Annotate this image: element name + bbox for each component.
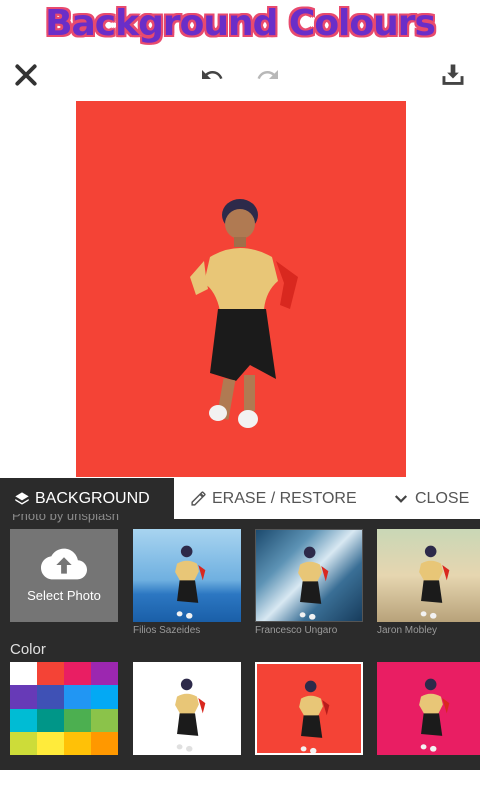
photos-section-label: Photo by unsplash <box>12 514 119 523</box>
palette-color-cell <box>64 708 91 732</box>
subject-thumbnail <box>419 678 450 752</box>
tab-background-label: BACKGROUND <box>35 489 150 507</box>
save-button[interactable] <box>437 59 469 91</box>
palette-color-cell <box>10 731 37 755</box>
photo-credit-2: Francesco Ungaro <box>255 625 338 636</box>
photo-credit-3: Jaron Mobley <box>377 625 438 636</box>
tab-close[interactable]: CLOSE <box>392 478 480 519</box>
subject-thumbnail <box>175 545 206 619</box>
subject-thumbnail <box>175 678 206 752</box>
download-icon <box>442 64 464 85</box>
undo-button[interactable] <box>196 59 228 91</box>
photo-row: Select Photo Filios Sazeides Francesco U… <box>0 529 480 639</box>
close-icon <box>15 64 37 86</box>
cloud-upload-icon <box>41 548 87 580</box>
select-photo-button[interactable]: Select Photo <box>10 529 118 622</box>
color-palette-button[interactable] <box>10 662 118 755</box>
tab-erase-label: ERASE / RESTORE <box>212 489 357 507</box>
color-preset-white[interactable] <box>133 662 241 755</box>
color-preset-red[interactable] <box>255 662 363 755</box>
palette-color-cell <box>10 662 37 686</box>
color-preset-pink[interactable] <box>377 662 480 755</box>
palette-color-cell <box>91 708 118 732</box>
subject-thumbnail <box>298 546 329 620</box>
pencil-icon <box>191 491 206 506</box>
palette-color-cell <box>10 685 37 709</box>
banner-title: Background Colours <box>45 3 436 44</box>
palette-color-cell <box>64 731 91 755</box>
palette-color-cell <box>37 662 64 686</box>
tab-erase-restore[interactable]: ERASE / RESTORE <box>190 478 370 519</box>
subject-thumbnail <box>419 545 450 619</box>
background-photo-1[interactable] <box>133 529 241 622</box>
subject-girl-image <box>190 199 298 428</box>
select-photo-label: Select Photo <box>27 588 101 603</box>
redo-button[interactable] <box>252 59 284 91</box>
palette-color-cell <box>91 685 118 709</box>
tab-background[interactable]: BACKGROUND <box>0 478 174 519</box>
redo-icon <box>257 70 278 79</box>
palette-color-cell <box>64 685 91 709</box>
palette-color-cell <box>91 731 118 755</box>
palette-color-cell <box>37 708 64 732</box>
background-photo-2[interactable] <box>255 529 363 622</box>
bottom-strip <box>0 770 480 800</box>
editor-toolbar <box>0 55 480 95</box>
background-photo-3[interactable] <box>377 529 480 622</box>
photo-credit-1: Filios Sazeides <box>133 625 201 636</box>
palette-color-cell <box>37 731 64 755</box>
undo-icon <box>202 70 223 79</box>
tab-close-label: CLOSE <box>415 489 470 507</box>
editor-canvas[interactable] <box>76 101 406 477</box>
layers-icon <box>15 491 29 505</box>
chevron-down-icon <box>394 494 408 503</box>
palette-color-cell <box>37 685 64 709</box>
palette-color-cell <box>64 662 91 686</box>
palette-color-cell <box>10 708 37 732</box>
close-button[interactable] <box>10 59 42 91</box>
subject-thumbnail <box>299 680 330 753</box>
bottom-panel: BACKGROUND ERASE / RESTORE CLOSE Photo b… <box>0 478 480 770</box>
promo-banner: Background Colours <box>0 0 480 52</box>
panel-tabs: BACKGROUND ERASE / RESTORE CLOSE <box>0 478 480 519</box>
palette-color-cell <box>91 662 118 686</box>
color-section-label: Color <box>10 641 46 658</box>
